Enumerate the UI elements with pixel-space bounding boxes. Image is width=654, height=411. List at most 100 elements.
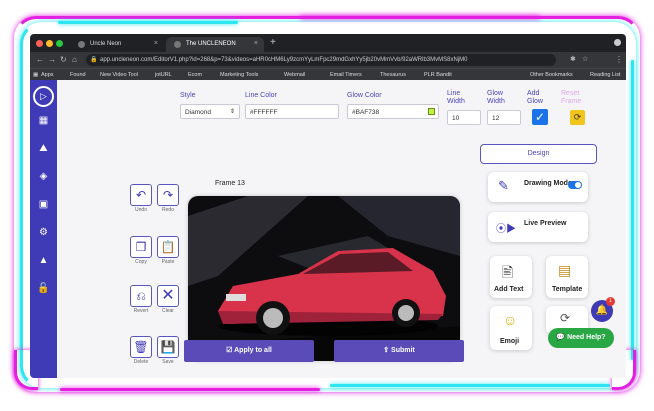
clear-button[interactable]: ✕ [157, 285, 179, 307]
revert-caption: Revert [133, 308, 149, 314]
app-sidebar: ▷ ▦ ⛰ ◈ ▣ ⚙ ▲ 🔓 [30, 80, 57, 378]
tab-bar: Uncle Neon × The UNCLENEON × + [30, 34, 626, 52]
tab-uncle-neon[interactable]: Uncle Neon × [70, 37, 164, 52]
road-icon[interactable]: ⛰ [37, 142, 50, 155]
road-sign-icon[interactable]: ▲ [37, 254, 50, 267]
smiley-icon: ☺ [503, 312, 518, 328]
profile-icon[interactable] [614, 39, 621, 46]
pencil-icon: ✎ [498, 178, 509, 193]
plus-icon[interactable]: + [270, 37, 276, 48]
redo-button[interactable]: ↷ [157, 184, 179, 206]
bookmark-marketing-tools[interactable]: Marketing Tools [220, 72, 258, 78]
drawing-mode-toggle[interactable] [568, 181, 582, 189]
dashboard-grid-icon[interactable]: ▦ [37, 114, 50, 127]
bookmark-ecom[interactable]: Ecom [188, 72, 202, 78]
close-window-button[interactable] [36, 40, 43, 47]
tab-the-uncleneon[interactable]: The UNCLENEON × [166, 37, 264, 52]
extension-icon[interactable]: ✱ [570, 55, 576, 63]
apps-grid-icon[interactable]: ▦ [33, 72, 38, 78]
screenshot-stage: Uncle Neon × The UNCLENEON × + ← → ↻ ⌂ 🔒… [0, 0, 654, 411]
color-swatch-icon[interactable] [428, 108, 435, 115]
submit-button[interactable]: ⇪ Submit [334, 340, 464, 362]
bookmark-email-timers[interactable]: Email Timers [330, 72, 362, 78]
delete-caption: Delete [133, 359, 149, 365]
bell-icon: 🔔 [595, 305, 609, 316]
design-tab-button[interactable]: Design [480, 144, 597, 164]
copy-caption: Copy [135, 259, 147, 265]
drawing-mode-label: Drawing Mode [524, 180, 572, 187]
neon-line-bottom-cyan [330, 384, 610, 387]
paste-caption: Paste [161, 259, 175, 265]
add-text-label: Add Text [494, 286, 524, 293]
live-preview-card[interactable]: ⦿▶ Live Preview [488, 212, 588, 242]
checkbox-icon: ☑ [226, 347, 235, 354]
notification-count-badge: 1 [606, 297, 615, 306]
apply-label: Apply to all [234, 347, 272, 354]
bookmark-other[interactable]: Other Bookmarks [530, 72, 573, 78]
line-width-label: Line Width [447, 90, 465, 105]
gear-icon[interactable]: ⚙ [37, 226, 50, 239]
bookmark-joturl[interactable]: jotURL [155, 72, 172, 78]
reset-frame-button[interactable]: ⟳ [570, 110, 585, 125]
glow-width-label: Glow Width [487, 90, 505, 105]
revert-button[interactable]: ⎌ [130, 285, 152, 307]
menu-dots-icon[interactable]: ⋮ [615, 55, 623, 64]
delete-button[interactable]: 🗑 [130, 336, 152, 358]
neon-line-top-cyan [58, 21, 238, 24]
minimize-window-button[interactable] [46, 40, 53, 47]
style-select[interactable]: Diamond ⇕ [180, 104, 240, 119]
notification-bell-button[interactable]: 🔔 1 [591, 297, 615, 322]
chat-icon: 💬 [556, 334, 568, 341]
need-help-button[interactable]: 💬 Need Help? [548, 328, 614, 348]
browser-window: Uncle Neon × The UNCLENEON × + ← → ↻ ⌂ 🔒… [30, 34, 626, 378]
address-bar: ← → ↻ ⌂ 🔒 app.uncleneon.com/EditorV1.php… [30, 52, 626, 68]
forward-arrow-icon[interactable]: → [48, 55, 56, 64]
app-logo-icon[interactable]: ▷ [33, 86, 54, 107]
home-icon[interactable]: ⌂ [72, 55, 77, 64]
car-video-frame[interactable] [188, 196, 460, 361]
bookmarks-bar: ▦ Apps Found New Video Tool jotURL Ecom … [30, 68, 626, 80]
glow-color-input[interactable]: #BAF738 [347, 104, 439, 119]
image-icon[interactable]: ▣ [37, 198, 50, 211]
reload-icon[interactable]: ↻ [60, 55, 67, 64]
bookmark-plr-bandit[interactable]: PLR Bandit [424, 72, 452, 78]
chevron-updown-icon: ⇕ [229, 109, 235, 115]
tab-favicon-icon [78, 41, 85, 48]
emoji-label: Emoji [500, 338, 520, 345]
bookmark-reading-list[interactable]: Reading List [590, 72, 621, 78]
copy-button[interactable]: ❐ [130, 236, 152, 258]
template-label: Template [552, 286, 583, 293]
frame-title: Frame 13 [215, 180, 245, 187]
close-tab-icon[interactable]: × [254, 40, 258, 47]
back-arrow-icon[interactable]: ← [36, 55, 44, 64]
bookmark-webmail[interactable]: Webmail [284, 72, 305, 78]
bookmark-found[interactable]: Found [70, 72, 86, 78]
undo-button[interactable]: ↶ [130, 184, 152, 206]
apply-to-all-button[interactable]: ☑ Apply to all [184, 340, 314, 362]
save-caption: Save [162, 359, 174, 365]
lock-icon: 🔒 [90, 57, 98, 63]
drawing-mode-card[interactable]: ✎ Drawing Mode [488, 172, 588, 202]
maximize-window-button[interactable] [56, 40, 63, 47]
url-field[interactable]: 🔒 app.uncleneon.com/EditorV1.php?id=268&… [86, 54, 556, 66]
bookmark-apps[interactable]: Apps [41, 72, 54, 78]
toggle-knob [575, 182, 581, 188]
star-icon[interactable]: ☆ [582, 55, 588, 63]
frame-canvas[interactable] [188, 196, 460, 361]
style-select-value: Diamond [185, 109, 212, 116]
upload-icon: ⇪ [383, 347, 392, 354]
template-icon: ▤ [558, 262, 572, 278]
glow-width-input[interactable]: 12 [487, 110, 521, 125]
unlock-icon[interactable]: 🔓 [37, 282, 50, 295]
add-glow-checkbox[interactable]: ✓ [532, 109, 548, 125]
line-width-input[interactable]: 10 [447, 110, 481, 125]
bookmark-thesaurus[interactable]: Thesaurus [380, 72, 406, 78]
line-color-input[interactable]: #FFFFFF [245, 104, 339, 119]
live-preview-icon: ⦿▶ [496, 224, 516, 235]
paste-button[interactable]: 📋 [157, 236, 179, 258]
save-button[interactable]: 💾 [157, 336, 179, 358]
close-tab-icon[interactable]: × [154, 40, 158, 47]
layers-icon[interactable]: ◈ [37, 170, 50, 183]
bookmark-new-video-tool[interactable]: New Video Tool [100, 72, 138, 78]
tab-favicon-icon [174, 41, 181, 48]
